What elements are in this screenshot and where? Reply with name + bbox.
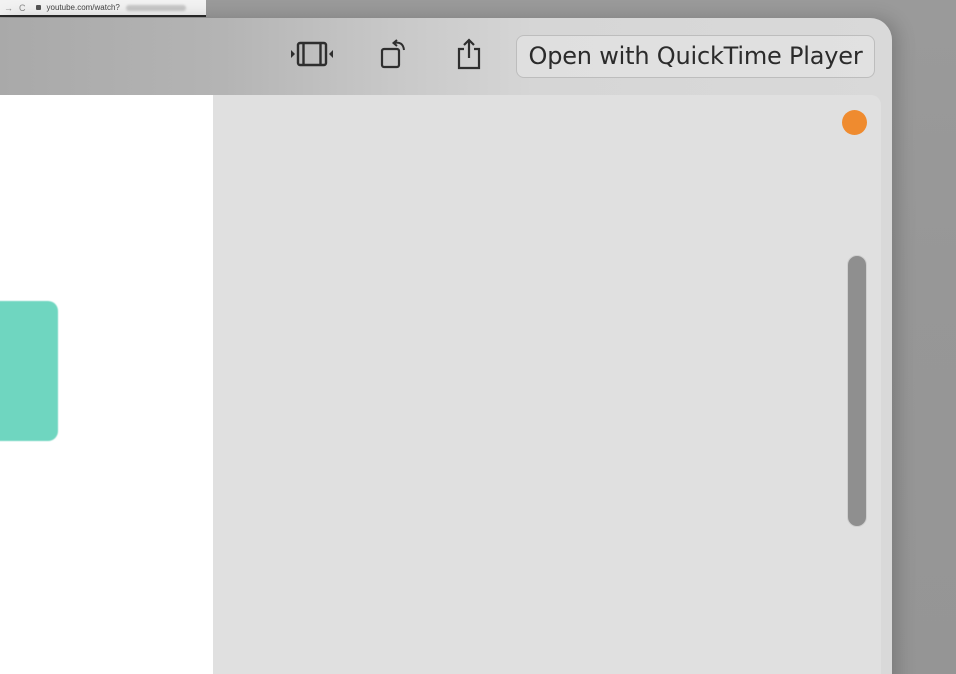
left-white-panel bbox=[0, 95, 213, 674]
rotate-icon bbox=[380, 39, 405, 69]
reload-icon: C bbox=[19, 2, 26, 13]
lock-icon bbox=[35, 5, 41, 10]
forward-arrow-icon: → bbox=[4, 2, 13, 13]
vertical-scrollbar[interactable] bbox=[847, 255, 867, 527]
recording-indicator-dot bbox=[842, 110, 867, 135]
preview-content bbox=[0, 95, 881, 674]
quick-look-toolbar: Open with QuickTime Player bbox=[0, 18, 892, 94]
rotate-button[interactable] bbox=[372, 36, 416, 72]
background-browser-addressbar: → C youtube.com/watch? bbox=[0, 0, 206, 17]
share-icon bbox=[457, 38, 481, 70]
background-url: youtube.com/watch? bbox=[46, 3, 120, 12]
quick-look-window: Open with QuickTime Player bbox=[0, 18, 892, 674]
trim-video-icon bbox=[291, 41, 333, 67]
blurred-url-segment bbox=[125, 4, 186, 11]
teal-card bbox=[0, 301, 58, 441]
trim-button[interactable] bbox=[290, 36, 334, 72]
share-button[interactable] bbox=[447, 36, 491, 72]
open-with-quicktime-button[interactable]: Open with QuickTime Player bbox=[516, 35, 875, 78]
